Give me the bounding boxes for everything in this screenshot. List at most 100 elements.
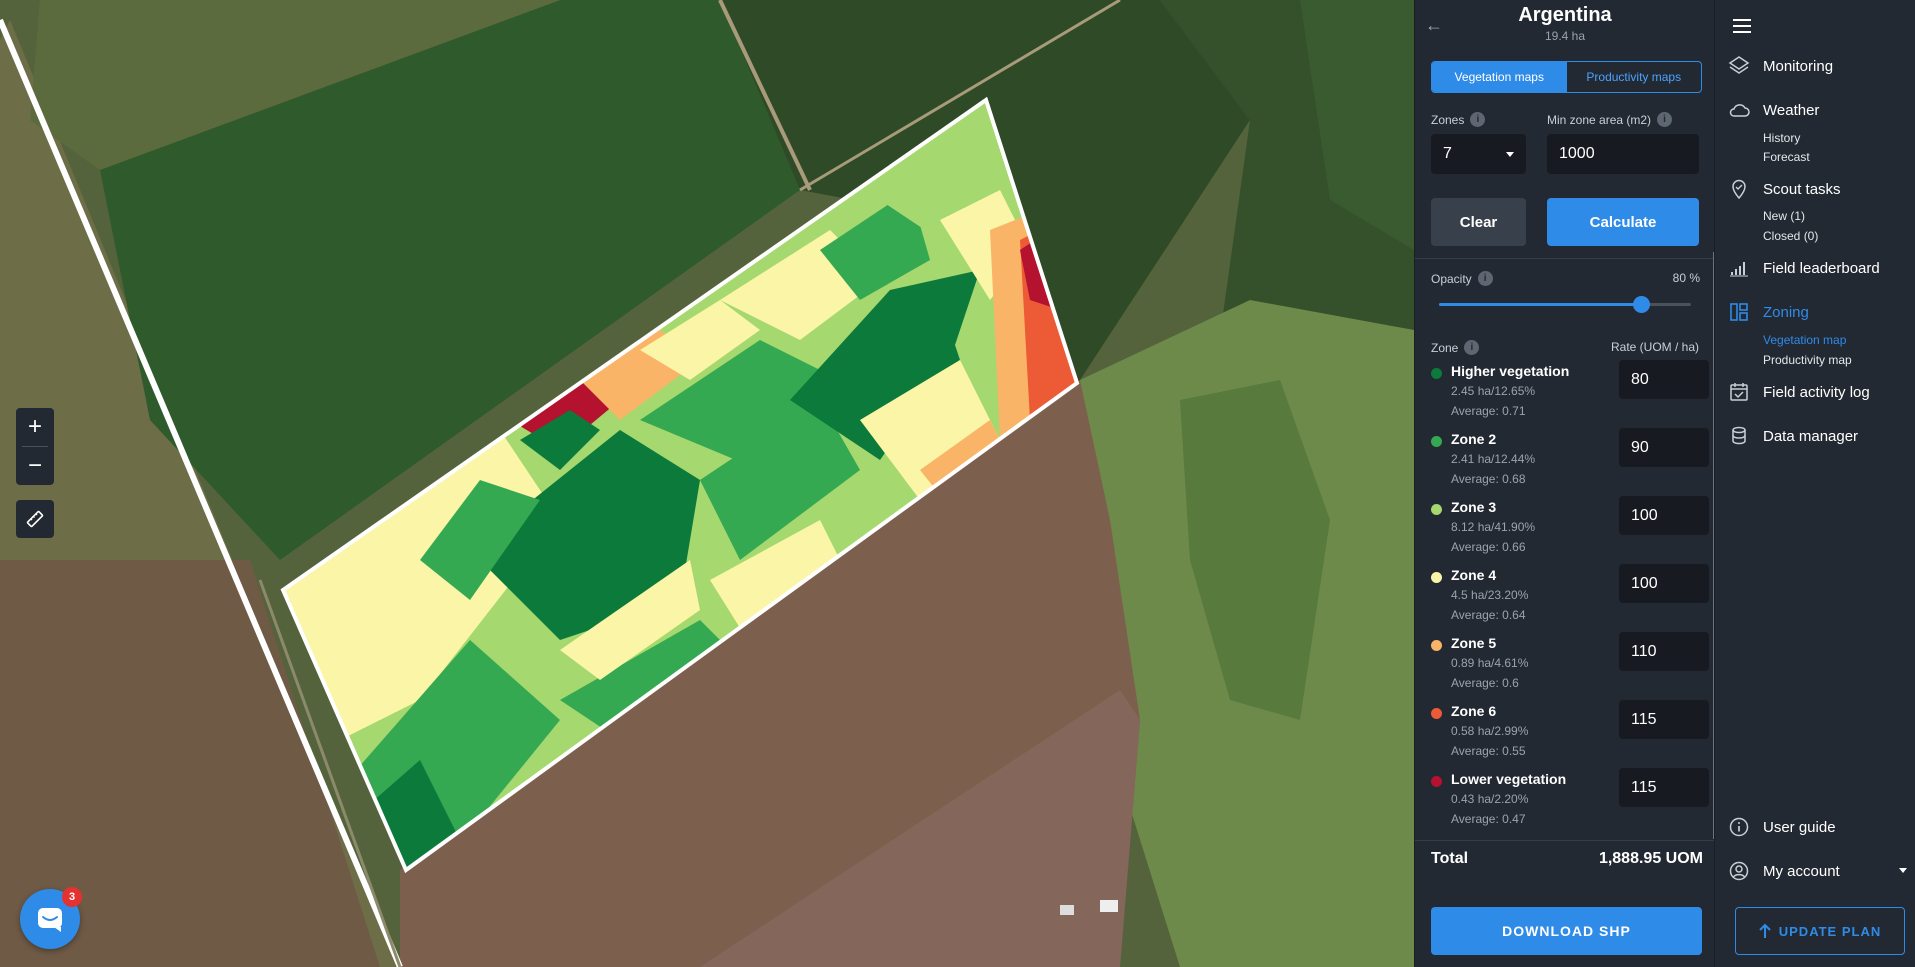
satellite-map[interactable]: + − 3 [0,0,1414,967]
update-plan-button[interactable]: UPDATE PLAN [1735,907,1905,955]
signal-bars-icon [1727,256,1751,280]
zone-area: 2.41 ha/12.44% [1451,452,1536,466]
total-value: 1,888.95 UOM [1598,850,1703,867]
zoning-panel: ← Argentina 19.4 ha Vegetation maps Prod… [1414,0,1715,967]
field-area: 19.4 ha [1544,29,1586,43]
zone-area: 4.5 ha/23.20% [1451,588,1529,602]
nav-item-user-guide[interactable]: User guide [1727,815,1836,839]
chat-icon [38,908,62,932]
zone-area: 0.89 ha/4.61% [1451,656,1529,670]
calculate-button[interactable]: Calculate [1547,198,1699,246]
nav-item-zoning[interactable]: Zoning [1727,300,1809,324]
zone-rate-input[interactable]: 80 [1619,360,1709,399]
nav-sub-productivity-map[interactable]: Productivity map [1763,353,1852,367]
layers-icon [1727,54,1751,78]
zoom-out-button[interactable]: − [16,447,54,485]
caret-down-icon [1506,152,1514,157]
chat-widget-button[interactable]: 3 [20,887,82,949]
nav-label: Weather [1763,101,1820,119]
zone-average: Average: 0.47 [1451,812,1526,826]
cloud-icon [1727,98,1751,122]
info-icon[interactable]: i [1470,112,1486,127]
nav-item-scout-tasks[interactable]: Scout tasks [1727,177,1841,201]
zone-name: Zone 5 [1451,635,1497,651]
tab-vegetation-maps[interactable]: Vegetation maps [1432,62,1567,92]
download-shp-button[interactable]: DOWNLOAD SHP [1431,907,1702,955]
tab-productivity-maps[interactable]: Productivity maps [1567,62,1702,92]
clear-button[interactable]: Clear [1431,198,1526,246]
opacity-value: 80 % [1672,271,1700,285]
nav-label: Scout tasks [1763,180,1841,198]
zone-rate-input[interactable]: 100 [1619,496,1709,535]
nav-item-monitoring[interactable]: Monitoring [1727,54,1833,78]
section-divider [1415,258,1715,259]
nav-sub-forecast[interactable]: Forecast [1763,150,1810,164]
zones-label: Zones [1431,112,1465,127]
update-plan-label: UPDATE PLAN [1778,923,1882,939]
nav-label: Zoning [1763,303,1809,321]
chat-unread-badge: 3 [62,887,82,907]
total-row: Total 1,888.95 UOM [1431,850,1703,868]
measure-tool-button[interactable] [16,500,54,538]
zone-average: Average: 0.71 [1451,404,1526,418]
zone-area: 0.58 ha/2.99% [1451,724,1529,738]
zoning-icon [1727,300,1751,324]
calendar-check-icon [1727,380,1751,404]
caret-down-icon [1899,868,1907,873]
info-icon[interactable]: i [1477,271,1493,286]
zone-rate-input[interactable]: 90 [1619,428,1709,467]
nav-item-data-manager[interactable]: Data manager [1727,424,1858,448]
zoom-control: + − [16,408,54,485]
zone-name: Zone 6 [1451,703,1497,719]
map-pin-icon [1727,177,1751,201]
min-zone-area-input[interactable]: 1000 [1547,134,1699,174]
info-circle-icon [1727,815,1751,839]
zone-rate-input[interactable]: 110 [1619,632,1709,671]
opacity-label-row: Opacity i [1431,271,1493,286]
zone-area: 2.45 ha/12.65% [1451,384,1536,398]
zone-rate-input[interactable]: 100 [1619,564,1709,603]
zone-header-row: Zone i [1431,340,1480,355]
menu-icon[interactable] [1733,19,1751,33]
nav-item-weather[interactable]: Weather [1727,98,1819,122]
nav-sub-history[interactable]: History [1763,131,1800,145]
zone-color-dot [1431,708,1442,719]
zone-rate-input[interactable]: 115 [1619,768,1709,807]
zone-color-dot [1431,572,1442,583]
zone-color-dot [1431,640,1442,651]
nav-item-my-account[interactable]: My account [1727,859,1907,883]
nav-item-field-leaderboard[interactable]: Field leaderboard [1727,256,1880,280]
zone-row: Zone 3 8.12 ha/41.90% Average: 0.66 100 [1431,496,1709,564]
opacity-slider-handle[interactable] [1632,296,1650,313]
ruler-icon [26,510,44,528]
zone-column-label: Zone [1431,340,1459,355]
zones-select-value: 7 [1443,145,1452,162]
nav-label: User guide [1763,818,1836,836]
zoom-in-button[interactable]: + [16,408,54,446]
min-area-label-row: Min zone area (m2) i [1547,112,1673,127]
nav-sub-vegetation-map[interactable]: Vegetation map [1763,333,1846,347]
arrow-up-icon [1759,923,1771,938]
zone-row: Higher vegetation 2.45 ha/12.65% Average… [1431,360,1709,428]
info-icon[interactable]: i [1657,112,1673,127]
zone-average: Average: 0.55 [1451,744,1526,758]
zones-select[interactable]: 7 [1431,134,1526,174]
opacity-slider[interactable] [1439,296,1691,313]
zone-average: Average: 0.64 [1451,608,1526,622]
database-icon [1727,424,1751,448]
zone-area: 8.12 ha/41.90% [1451,520,1536,534]
nav-label: Field activity log [1763,383,1870,401]
zone-area: 0.43 ha/2.20% [1451,792,1529,806]
zone-name: Lower vegetation [1451,771,1567,787]
zone-average: Average: 0.68 [1451,472,1526,486]
zone-color-dot [1431,504,1442,515]
nav-sub-closed[interactable]: Closed (0) [1763,229,1818,243]
app-root: + − 3 ← Argentina 19.4 ha Vegetation map… [0,0,1915,967]
zone-rate-input[interactable]: 115 [1619,700,1709,739]
nav-sub-new[interactable]: New (1) [1763,209,1805,223]
nav-item-field-activity-log[interactable]: Field activity log [1727,380,1870,404]
opacity-label: Opacity [1431,271,1472,286]
info-icon[interactable]: i [1464,340,1480,355]
satellite-imagery [0,0,1414,967]
zone-average: Average: 0.6 [1451,676,1519,690]
